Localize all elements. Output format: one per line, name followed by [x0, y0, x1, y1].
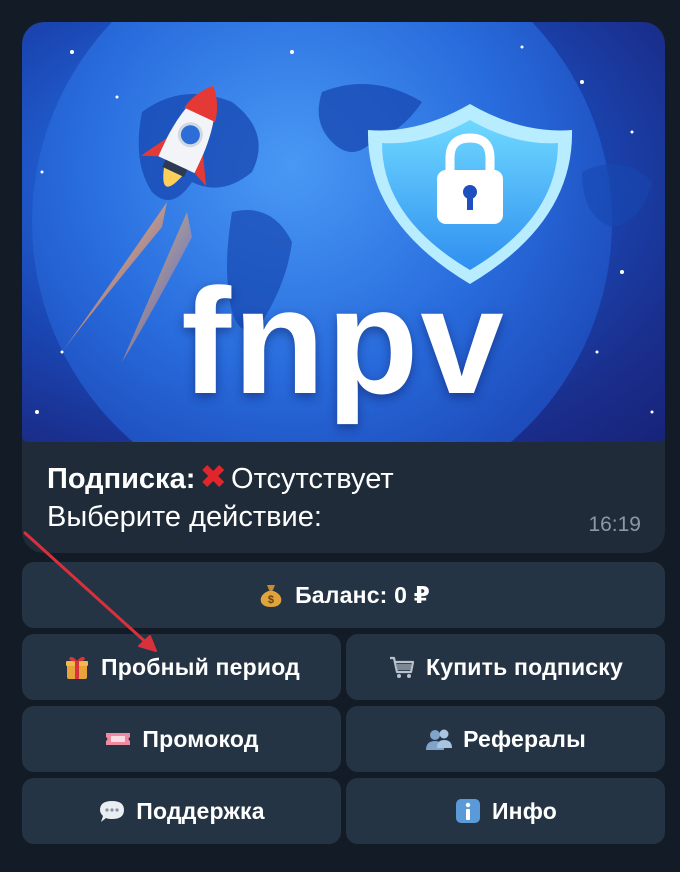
cross-mark-icon: ✖: [199, 458, 228, 495]
referrals-label: Рефералы: [463, 725, 586, 752]
people-icon: [425, 725, 453, 753]
buy-subscription-button[interactable]: Купить подписку: [346, 634, 665, 700]
bot-message-bubble: fnpv Подписка: ✖ Отсутствует Выберите дейс…: [22, 22, 665, 553]
balance-button-label: Баланс: 0 ₽: [295, 581, 430, 608]
subscription-status: Отсутствует: [231, 463, 394, 495]
banner-logo-text: fnpv: [181, 257, 506, 425]
trial-period-button[interactable]: Пробный период: [22, 634, 341, 700]
action-prompt: Выберите действие:: [47, 501, 322, 533]
support-button[interactable]: Поддержка: [22, 778, 341, 844]
message-time: 16:19: [588, 513, 641, 536]
promo-code-label: Промокод: [142, 725, 259, 752]
subscription-label: Подписка:: [47, 463, 196, 495]
info-icon: [454, 797, 482, 825]
promo-code-button[interactable]: Промокод: [22, 706, 341, 772]
message-text: Подписка: ✖ Отсутствует Выберите действие:: [47, 458, 645, 536]
banner-image: fnpv: [22, 22, 665, 442]
support-label: Поддержка: [136, 797, 265, 824]
buy-subscription-label: Купить подписку: [425, 653, 624, 680]
speech-bubble-icon: [98, 797, 126, 825]
gift-icon: [63, 653, 91, 681]
svg-text:$: $: [268, 594, 274, 606]
info-label: Инфо: [491, 797, 558, 824]
trial-period-label: Пробный период: [101, 653, 300, 680]
balance-button[interactable]: $ Баланс: 0 ₽: [22, 562, 665, 628]
ticket-icon: [104, 725, 132, 753]
info-button[interactable]: Инфо: [346, 778, 665, 844]
shopping-cart-icon: [388, 653, 416, 681]
subscription-status-line: Подписка: ✖ Отсутствует: [47, 458, 645, 498]
referrals-button[interactable]: Рефералы: [346, 706, 665, 772]
money-bag-icon: $: [257, 581, 285, 609]
